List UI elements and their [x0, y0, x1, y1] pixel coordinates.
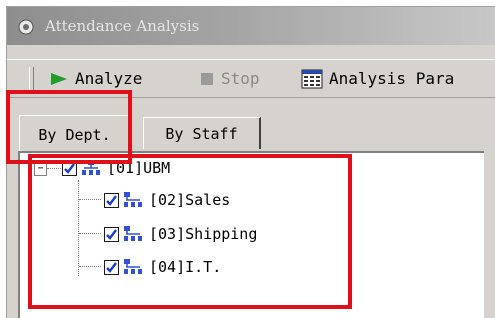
toolbar-grip[interactable] — [29, 67, 34, 92]
analysis-params-button[interactable]: Analysis Para — [301, 64, 454, 93]
window-title: Attendance Analysis — [45, 17, 200, 35]
analyze-button[interactable]: Analyze — [49, 64, 142, 93]
analyze-label: Analyze — [75, 69, 143, 88]
title-bar[interactable]: Attendance Analysis — [7, 7, 495, 45]
stop-button[interactable]: Stop — [199, 64, 260, 93]
analysis-params-label: Analysis Para — [329, 69, 455, 88]
app-gear-icon — [18, 19, 34, 35]
highlight-box-tree — [28, 154, 352, 309]
table-settings-icon — [301, 69, 323, 88]
play-icon — [51, 72, 67, 85]
tab-by-staff-label: By Staff — [165, 124, 238, 143]
stop-label: Stop — [221, 69, 260, 88]
tab-by-staff[interactable]: By Staff — [143, 117, 261, 149]
highlight-box-tab — [6, 90, 132, 164]
stop-icon — [201, 72, 213, 85]
